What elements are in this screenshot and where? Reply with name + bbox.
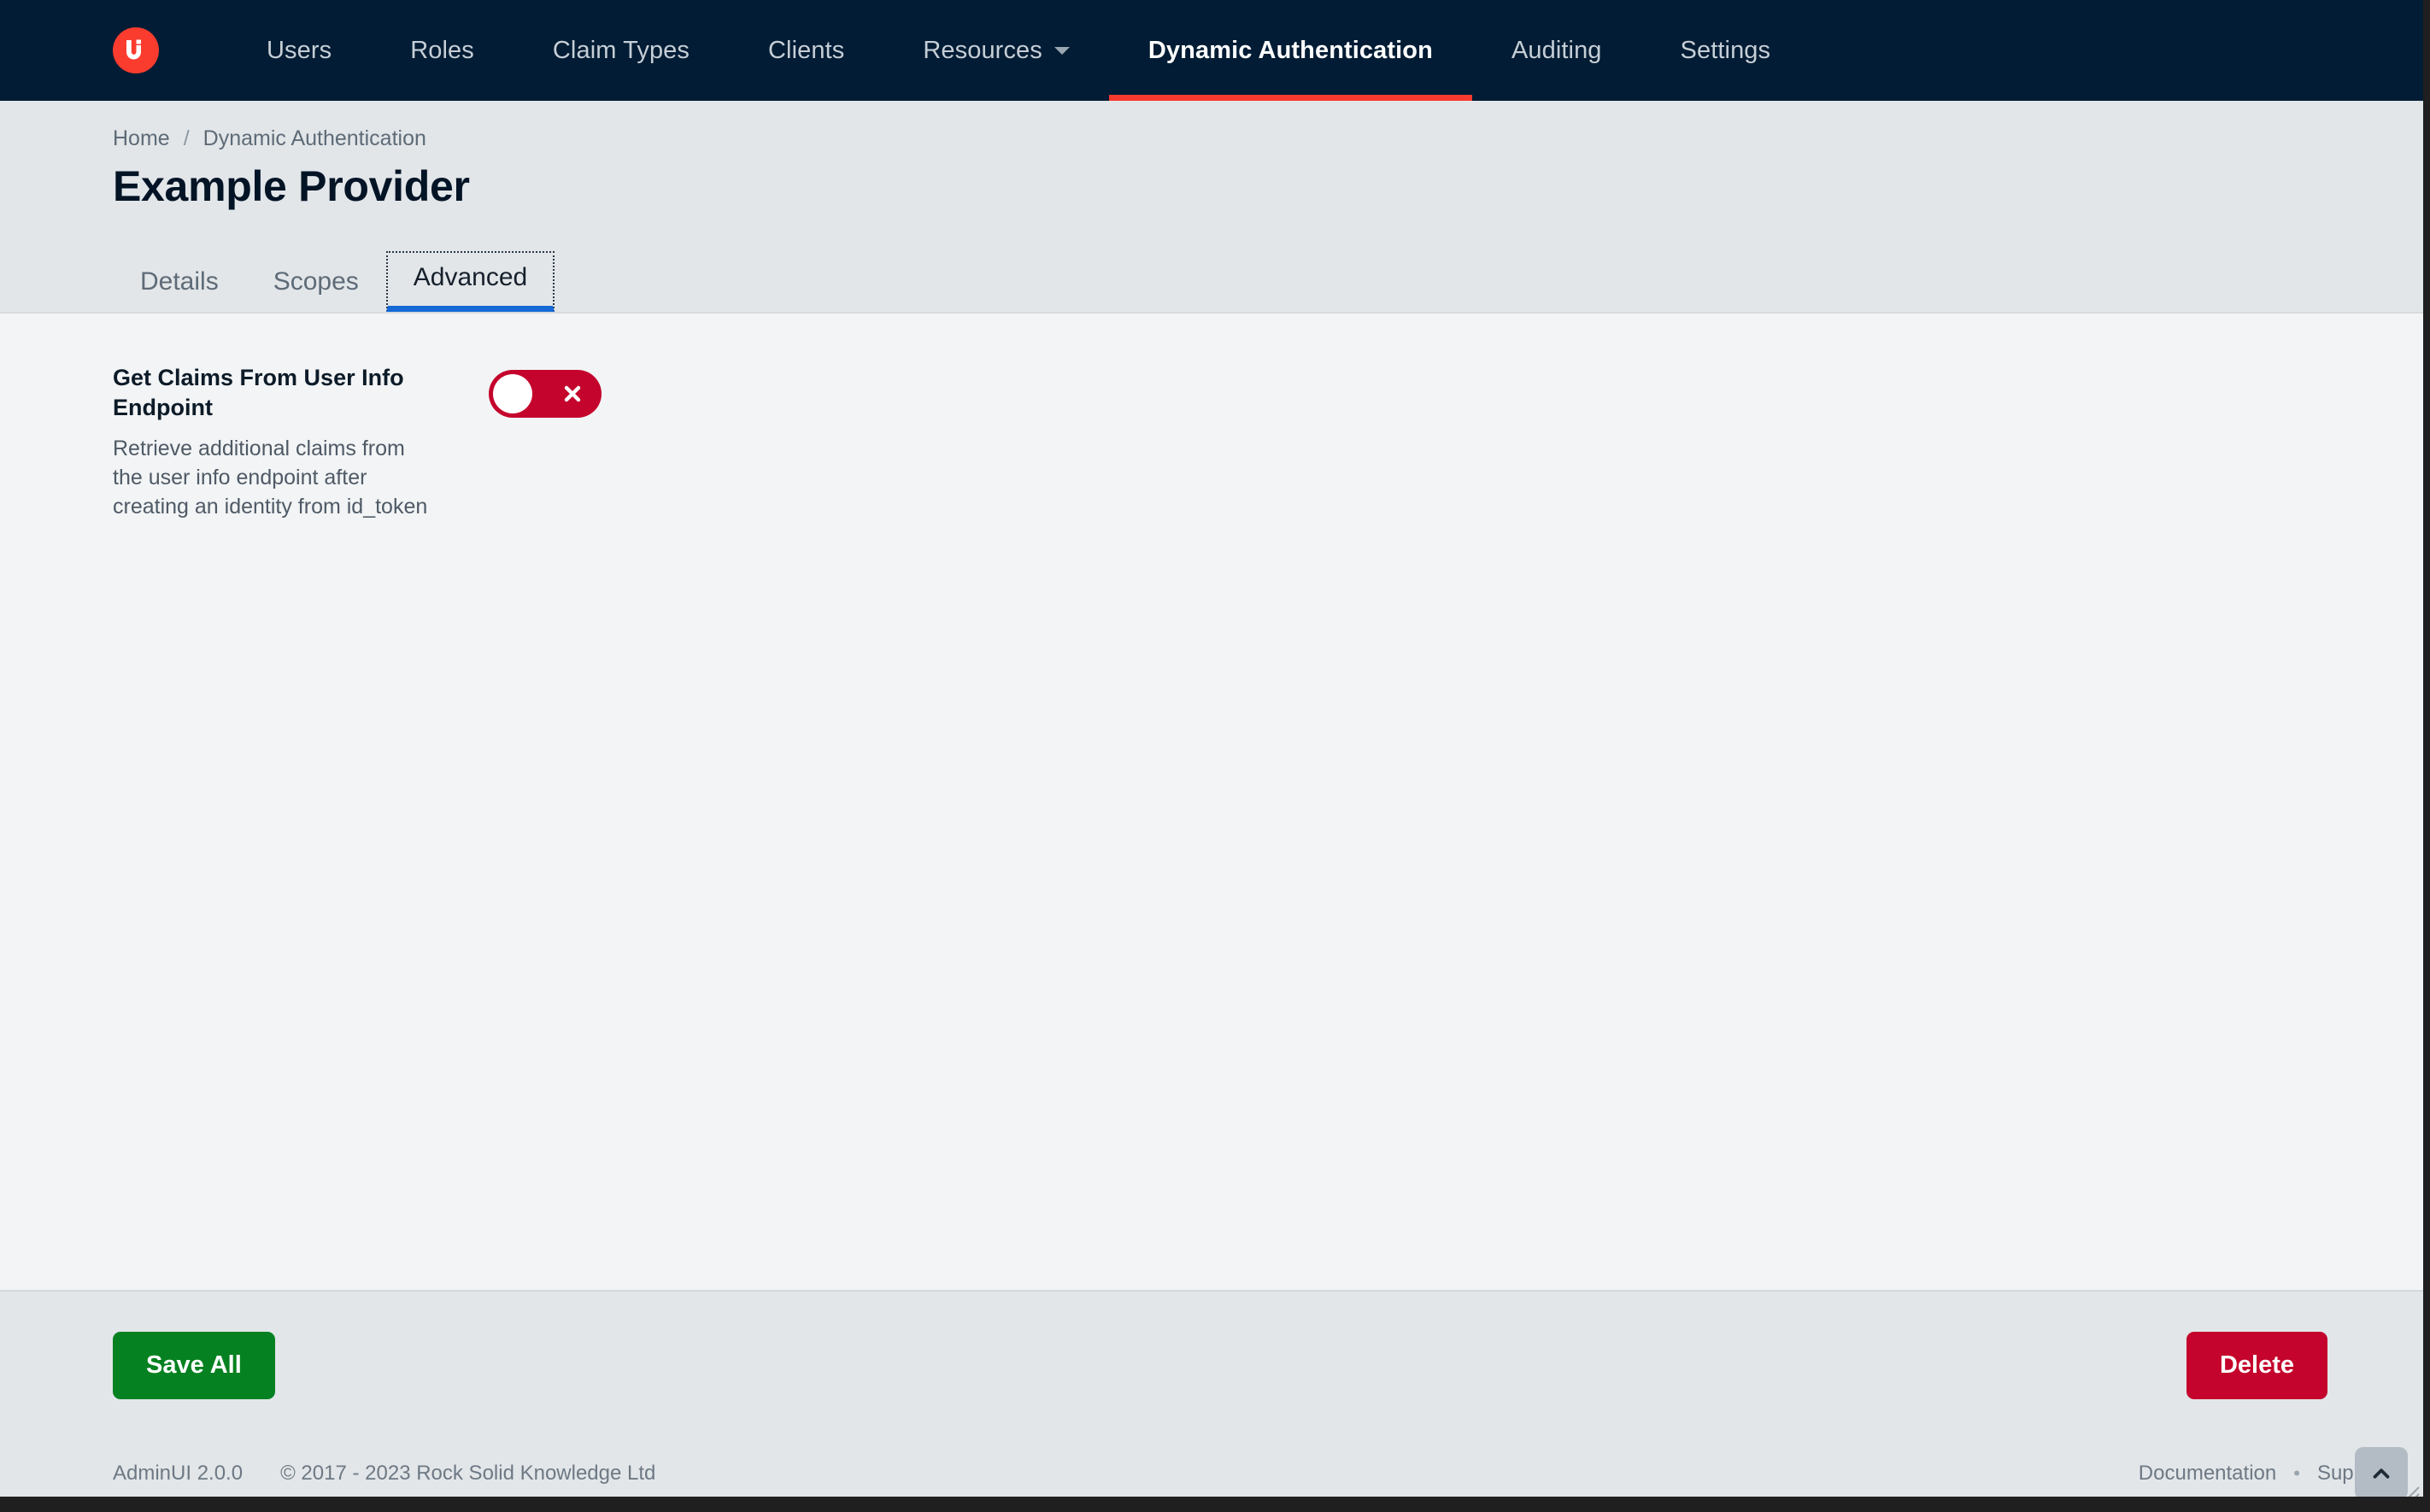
nav-item-roles[interactable]: Roles <box>371 0 514 101</box>
status-bar-right: Documentation • Support <box>2139 1462 2389 1486</box>
tab-label: Scopes <box>273 267 359 296</box>
nav-item-label: Auditing <box>1511 36 1602 64</box>
browser-chrome-bottom-edge <box>0 1497 2430 1512</box>
scroll-to-top-button[interactable] <box>2355 1447 2408 1497</box>
nav-item-claim-types[interactable]: Claim Types <box>514 0 729 101</box>
nav-item-dynamic-authentication[interactable]: Dynamic Authentication <box>1108 0 1472 101</box>
breadcrumb-separator: / <box>183 126 190 150</box>
setting-row-get-claims-from-user-info-endpoint: Get Claims From User Info Endpoint Retri… <box>113 363 2423 521</box>
copyright-label: © 2017 - 2023 Rock Solid Knowledge Ltd <box>280 1462 656 1485</box>
nav-item-clients[interactable]: Clients <box>729 0 883 101</box>
nav-item-settings[interactable]: Settings <box>1641 0 1811 101</box>
setting-description: Retrieve additional claims from the user… <box>113 437 428 519</box>
action-bar: Save All Delete <box>0 1290 2423 1439</box>
browser-viewport: Users Roles Claim Types Clients Resource… <box>0 0 2423 1497</box>
documentation-link[interactable]: Documentation <box>2139 1462 2276 1486</box>
tab-label: Details <box>140 267 219 296</box>
breadcrumb-home-link[interactable]: Home <box>113 126 170 151</box>
breadcrumb: Home / Dynamic Authentication <box>113 101 2423 151</box>
main-navigation-bar: Users Roles Claim Types Clients Resource… <box>0 0 2423 101</box>
tab-scopes[interactable]: Scopes <box>246 255 386 312</box>
nav-item-label: Users <box>267 36 332 64</box>
nav-item-users[interactable]: Users <box>227 0 371 101</box>
nav-item-label: Resources <box>923 36 1042 64</box>
setting-label: Get Claims From User Info Endpoint <box>113 365 404 421</box>
nav-item-label: Dynamic Authentication <box>1148 36 1433 64</box>
toggle-get-claims-from-user-info-endpoint[interactable] <box>489 370 602 418</box>
separator-dot: • <box>2293 1462 2300 1484</box>
nav-item-label: Claim Types <box>552 36 690 64</box>
nav-item-resources[interactable]: Resources <box>883 0 1109 101</box>
browser-chrome-right-edge <box>2423 0 2430 1512</box>
tab-label: Advanced <box>413 263 528 291</box>
tab-details[interactable]: Details <box>113 255 246 312</box>
app-version-label: AdminUI 2.0.0 <box>113 1462 244 1485</box>
setting-text-block: Get Claims From User Info Endpoint Retri… <box>113 363 439 521</box>
nav-item-label: Clients <box>768 36 845 64</box>
nav-item-label: Roles <box>410 36 474 64</box>
ui-logo-icon[interactable] <box>113 27 159 73</box>
tab-list: Details Scopes Advanced <box>113 243 2423 312</box>
status-bar: AdminUI 2.0.0 © 2017 - 2023 Rock Solid K… <box>0 1439 2423 1497</box>
nav-item-label: Settings <box>1680 36 1771 64</box>
delete-button[interactable]: Delete <box>2186 1331 2327 1399</box>
main-content: Get Claims From User Info Endpoint Retri… <box>0 314 2423 1290</box>
chevron-down-icon <box>1054 46 1070 55</box>
chevron-up-icon <box>2373 1468 2390 1479</box>
page-header: Home / Dynamic Authentication Example Pr… <box>0 101 2423 314</box>
save-all-button[interactable]: Save All <box>113 1331 275 1399</box>
cross-icon <box>564 385 581 402</box>
nav-item-list: Users Roles Claim Types Clients Resource… <box>227 0 1810 101</box>
breadcrumb-current: Dynamic Authentication <box>202 126 426 150</box>
toggle-knob <box>493 374 532 413</box>
status-bar-left: AdminUI 2.0.0 © 2017 - 2023 Rock Solid K… <box>113 1462 655 1486</box>
page-title: Example Provider <box>113 162 470 210</box>
tab-advanced[interactable]: Advanced <box>385 251 555 312</box>
nav-item-auditing[interactable]: Auditing <box>1472 0 1641 101</box>
